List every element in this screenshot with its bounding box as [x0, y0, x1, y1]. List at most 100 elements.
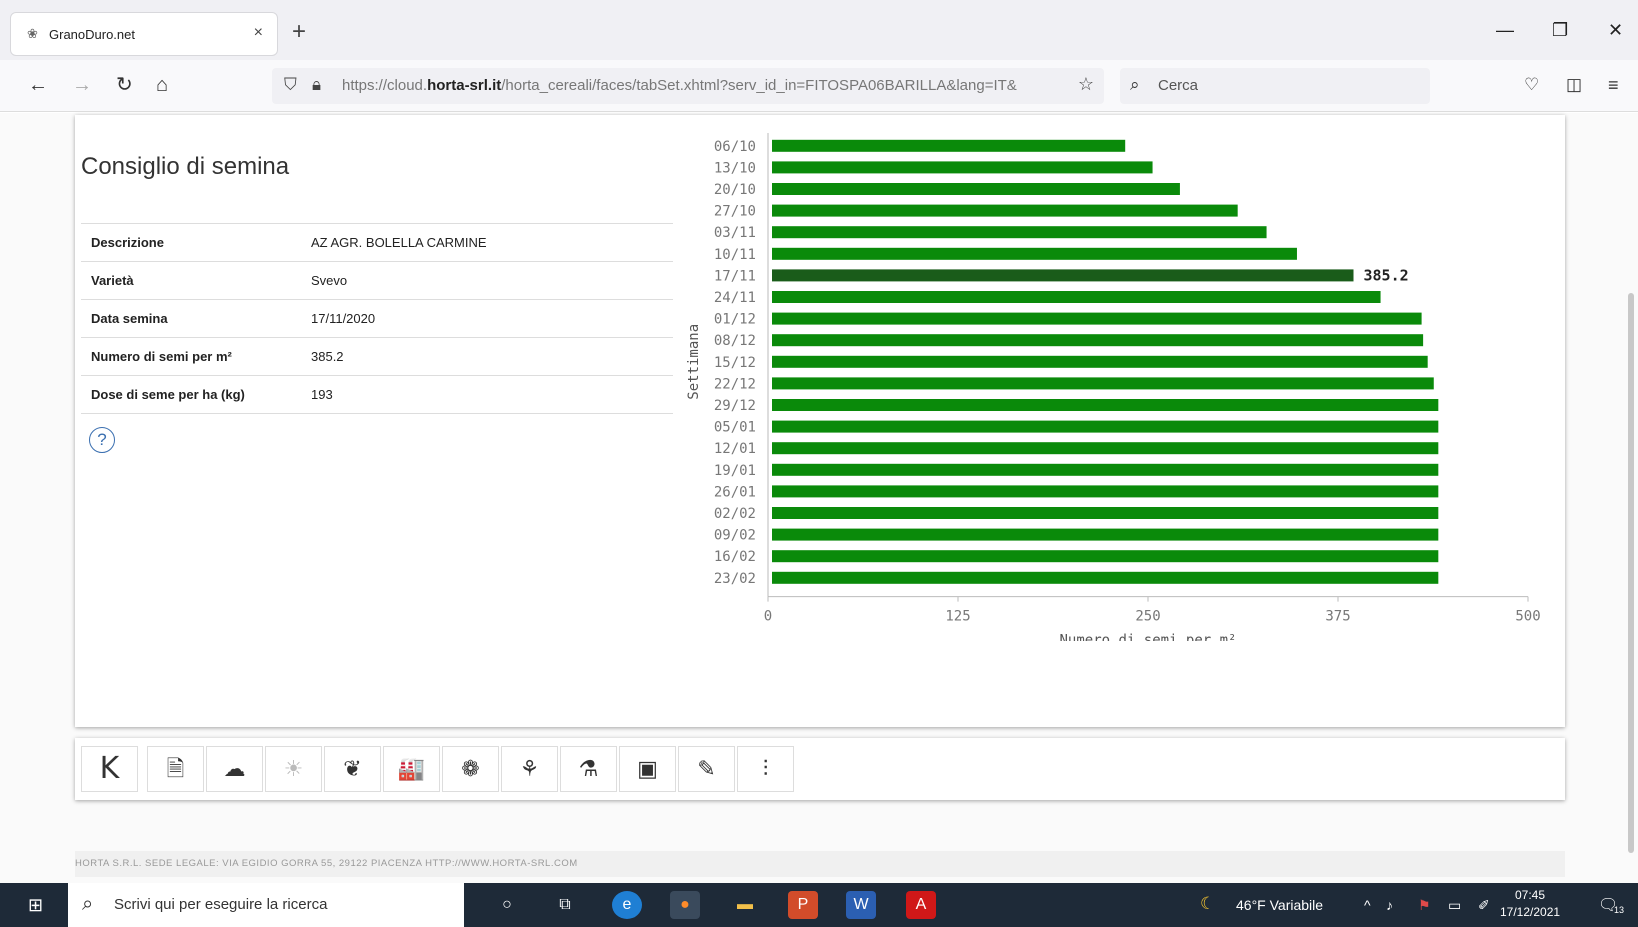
- document-icon[interactable]: 🗎: [147, 746, 204, 792]
- search-icon: ⌕: [1130, 75, 1140, 94]
- back-arrow-icon[interactable]: ←: [28, 74, 48, 96]
- notifications-count: 13: [1614, 905, 1625, 915]
- y-tick-label: 26/01: [714, 484, 756, 500]
- lock-icon[interactable]: 🔒︎: [312, 75, 321, 95]
- y-tick-label: 03/11: [714, 225, 756, 241]
- browser-nav-bar: ← → ↻ ⌂ ⛉ 🔒︎ https://cloud.horta-srl.it/…: [0, 60, 1638, 112]
- table-row: Varietà Svevo: [81, 261, 673, 300]
- y-tick-label: 16/02: [714, 549, 756, 565]
- powerpoint-icon[interactable]: P: [788, 891, 818, 919]
- row-value: 193: [301, 375, 673, 414]
- factory-icon[interactable]: 🏭: [383, 746, 440, 792]
- y-tick-label: 22/12: [714, 376, 756, 392]
- back-k-icon[interactable]: K: [81, 746, 138, 792]
- minimize-icon[interactable]: —: [1496, 20, 1514, 40]
- bottom-toolbar: K 🗎 ☁ ☀ ❦ 🏭 ❁ ⚘ ⚗ ▣ ✎ ⫶: [75, 738, 1565, 800]
- bar: [772, 312, 1422, 325]
- clock[interactable]: 07:45 17/12/2021: [1500, 887, 1560, 921]
- bar: [772, 139, 1126, 152]
- bar: [772, 183, 1180, 195]
- x-axis-title: Numero di semi per m²: [1059, 633, 1236, 641]
- task-view-icon[interactable]: ⧉: [550, 891, 580, 919]
- volume-icon[interactable]: ♪: [1386, 897, 1393, 913]
- tray-chevron-icon[interactable]: ^: [1364, 897, 1371, 913]
- language-icon[interactable]: ✐: [1478, 897, 1490, 914]
- bar: [772, 269, 1354, 282]
- edge-icon[interactable]: e: [612, 891, 642, 919]
- menu-icon[interactable]: ≡: [1608, 74, 1619, 96]
- browser-tab[interactable]: ❀ GranoDuro.net ×: [10, 12, 278, 56]
- row-label: Dose di seme per ha (kg): [81, 375, 301, 414]
- bookmark-star-icon[interactable]: ☆: [1078, 74, 1094, 95]
- fan-icon[interactable]: ❁: [442, 746, 499, 792]
- cloud-icon[interactable]: ☁: [206, 746, 263, 792]
- row-label: Descrizione: [81, 223, 301, 262]
- search-placeholder: Cerca: [1158, 77, 1199, 94]
- windows-start-icon[interactable]: ⊞: [28, 895, 43, 915]
- shield-icon[interactable]: ⛉: [284, 75, 297, 95]
- help-icon[interactable]: ?: [89, 427, 115, 453]
- page-content: Consiglio di semina Descrizione AZ AGR. B…: [0, 113, 1638, 883]
- row-label: Numero di semi per m²: [81, 337, 301, 376]
- x-tick-label: 250: [1135, 609, 1160, 625]
- bar: [772, 399, 1439, 411]
- weather-text[interactable]: 46°F Variabile: [1236, 897, 1323, 913]
- box-icon[interactable]: ▣: [619, 746, 676, 792]
- y-tick-label: 09/02: [714, 528, 756, 544]
- new-tab-button[interactable]: +: [292, 20, 306, 44]
- y-tick-label: 17/11: [714, 268, 756, 284]
- taskbar-search-text: Scrivi qui per eseguire la ricerca: [114, 896, 328, 913]
- bar: [772, 507, 1439, 519]
- acrobat-icon[interactable]: A: [906, 891, 936, 919]
- flask-icon[interactable]: ⚗: [560, 746, 617, 792]
- footer: HORTA S.R.L. SEDE LEGALE: VIA EGIDIO GOR…: [75, 851, 1565, 877]
- url-text: https://cloud.horta-srl.it/horta_cereali…: [342, 77, 1017, 94]
- favicon-icon: ❀: [27, 26, 38, 41]
- bar: [772, 161, 1153, 174]
- sliders-icon[interactable]: ⫶: [737, 746, 794, 792]
- pocket-icon[interactable]: ♡: [1524, 74, 1539, 96]
- file-explorer-icon[interactable]: ▬: [730, 891, 760, 919]
- restore-icon[interactable]: ❐: [1552, 20, 1568, 40]
- y-tick-label: 19/01: [714, 463, 756, 479]
- close-tab-icon[interactable]: ×: [254, 24, 263, 42]
- network-icon[interactable]: ⚑: [1418, 897, 1431, 914]
- row-label: Varietà: [81, 261, 301, 300]
- url-bar[interactable]: ⛉ 🔒︎ https://cloud.horta-srl.it/horta_ce…: [272, 68, 1104, 104]
- cortana-icon[interactable]: ○: [492, 891, 522, 919]
- bar: [772, 571, 1439, 584]
- y-tick-label: 15/12: [714, 355, 756, 371]
- bar: [772, 247, 1297, 260]
- close-window-icon[interactable]: ✕: [1608, 20, 1623, 40]
- row-value: Svevo: [301, 261, 673, 300]
- y-tick-label: 12/01: [714, 441, 756, 457]
- scrollbar[interactable]: [1628, 293, 1634, 853]
- weather-icon[interactable]: ☾: [1200, 894, 1215, 914]
- bar: [772, 291, 1381, 303]
- edit-icon[interactable]: ✎: [678, 746, 735, 792]
- y-tick-label: 20/10: [714, 182, 756, 198]
- home-icon[interactable]: ⌂: [156, 74, 168, 96]
- seeds-bar-chart: 06/10 13/10 20/10 27/10 03/11 10/11 17/11 385.2…: [686, 133, 1541, 641]
- bar: [772, 355, 1428, 368]
- leaf-icon[interactable]: ❦: [324, 746, 381, 792]
- word-icon[interactable]: W: [846, 891, 876, 919]
- table-row: Data semina 17/11/2020: [81, 299, 673, 338]
- plant-icon[interactable]: ⚘: [501, 746, 558, 792]
- battery-icon[interactable]: ▭: [1448, 897, 1461, 914]
- reload-icon[interactable]: ↻: [116, 74, 133, 96]
- row-value: 17/11/2020: [301, 299, 673, 338]
- sun-icon[interactable]: ☀: [265, 746, 322, 792]
- firefox-icon[interactable]: ●: [670, 891, 700, 919]
- search-bar[interactable]: ⌕ Cerca: [1120, 68, 1430, 104]
- reader-view-icon[interactable]: ◫: [1566, 74, 1582, 96]
- y-tick-label: 29/12: [714, 398, 756, 414]
- taskbar-search[interactable]: ⌕ Scrivi qui per eseguire la ricerca: [68, 883, 464, 927]
- bar: [772, 528, 1439, 541]
- bar: [772, 463, 1439, 476]
- y-tick-label: 23/02: [714, 571, 756, 587]
- tab-title: GranoDuro.net: [49, 27, 135, 42]
- forward-arrow-icon[interactable]: →: [72, 74, 92, 96]
- browser-tab-bar: ❀ GranoDuro.net × + — ❐ ✕: [0, 0, 1638, 60]
- info-table: Descrizione AZ AGR. BOLELLA CARMINE Varie…: [81, 223, 673, 414]
